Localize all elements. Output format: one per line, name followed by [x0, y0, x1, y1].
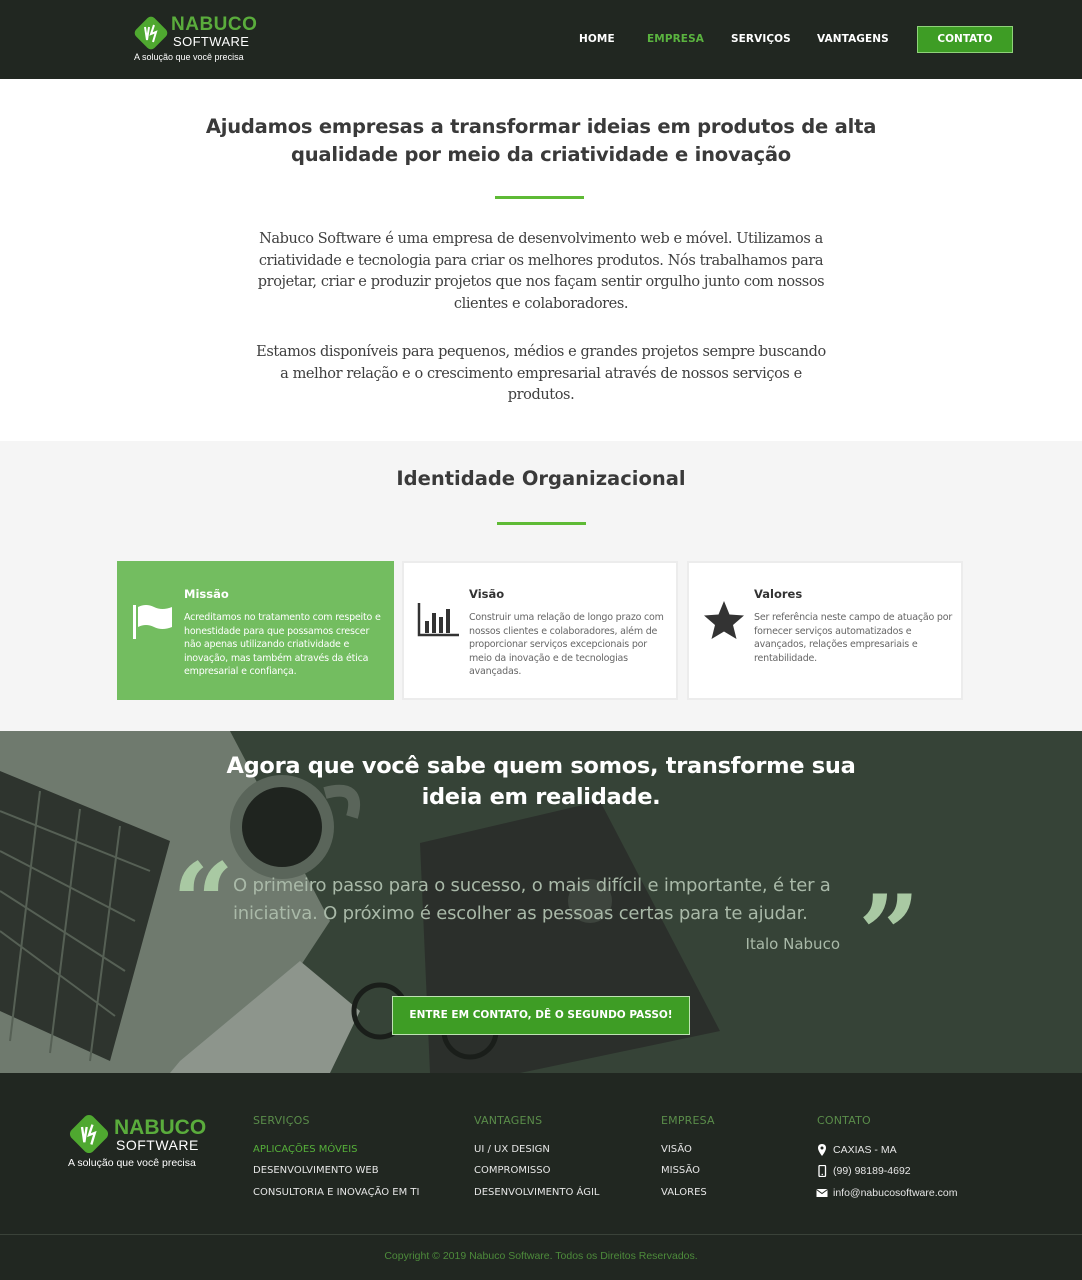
quote-author: Italo Nabuco [745, 935, 840, 953]
footer-link[interactable]: VALORES [661, 1187, 707, 1198]
cta-title: Agora que você sabe quem somos, transfor… [226, 753, 856, 810]
footer-heading-empresa: EMPRESA [661, 1114, 715, 1127]
nav-empresa[interactable]: EMPRESA [647, 33, 704, 45]
card-text: Ser referência neste campo de atuação po… [754, 612, 953, 664]
divider [497, 522, 586, 525]
logo-mark-icon [69, 1114, 109, 1154]
site-footer [0, 1073, 1082, 1280]
intro-paragraph-1: Nabuco Software é uma empresa de desenvo… [257, 231, 825, 312]
card-title: Valores [754, 587, 803, 601]
logo-tagline: A solução que você precisa [134, 52, 244, 62]
logo-tagline: A solução que você precisa [68, 1157, 196, 1169]
card-missao[interactable]: Missão Acreditamos no tratamento com res… [117, 561, 394, 700]
nav-servicos[interactable]: SERVIÇOS [731, 33, 791, 45]
card-title: Visão [469, 587, 505, 601]
phone-icon [818, 1165, 827, 1177]
flag-icon [133, 605, 172, 639]
logo-sub: SOFTWARE [173, 34, 250, 49]
footer-heading-servicos: SERVIÇOS [253, 1114, 310, 1127]
footer-link[interactable]: APLICAÇÕES MÓVEIS [253, 1144, 358, 1155]
quote-text: O primeiro passo para o sucesso, o mais … [233, 875, 831, 924]
card-text: Construir uma relação de longo prazo com… [469, 612, 664, 677]
footer-link[interactable]: DESENVOLVIMENTO ÁGIL [474, 1187, 599, 1198]
envelope-icon [816, 1189, 828, 1197]
logo-name: NABUCO [114, 1116, 207, 1139]
quote-close-icon: ” [858, 872, 921, 998]
star-icon [704, 601, 744, 639]
card-visao[interactable]: Visão Construir uma relação de longo pra… [402, 561, 678, 700]
card-valores[interactable]: Valores Ser referência neste campo de at… [687, 561, 963, 700]
cta-section: Agora que você sabe quem somos, transfor… [0, 731, 1082, 1073]
site-header: NABUCO SOFTWARE A solução que você preci… [0, 0, 1082, 79]
contact-button[interactable]: CONTATO [917, 26, 1013, 53]
card-title: Missão [184, 587, 229, 601]
map-pin-icon [818, 1144, 826, 1156]
footer-link[interactable]: COMPROMISSO [474, 1165, 550, 1176]
footer-link[interactable]: VISÃO [661, 1144, 692, 1155]
footer-link[interactable]: CONSULTORIA E INOVAÇÃO EM TI [253, 1187, 419, 1198]
quote-open-icon: “ [172, 840, 235, 966]
nav-home[interactable]: HOME [579, 33, 615, 45]
footer-link[interactable]: DESENVOLVIMENTO WEB [253, 1165, 379, 1176]
divider [495, 196, 584, 199]
copyright: Copyright © 2019 Nabuco Software. Todos … [384, 1250, 698, 1262]
footer-heading-contato: CONTATO [817, 1114, 871, 1127]
cta-contact-button[interactable]: ENTRE EM CONTATO, DÊ O SEGUNDO PASSO! [392, 996, 690, 1035]
footer-divider [0, 1234, 1082, 1235]
intro-paragraph-2: Estamos disponíveis para pequenos, médio… [256, 344, 826, 403]
footer-logo[interactable]: NABUCO SOFTWARE A solução que você preci… [68, 1113, 218, 1173]
footer-heading-vantagens: VANTAGENS [474, 1114, 543, 1127]
footer-link[interactable]: MISSÃO [661, 1165, 700, 1176]
identity-title: Identidade Organizacional [396, 467, 686, 490]
logo-name: NABUCO [171, 14, 258, 35]
contact-email[interactable]: info@nabucosoftware.com [833, 1187, 957, 1199]
logo-sub: SOFTWARE [116, 1137, 199, 1153]
logo-mark-icon [134, 16, 168, 50]
contact-location: CAXIAS - MA [833, 1144, 897, 1156]
contact-phone[interactable]: (99) 98189-4692 [833, 1165, 911, 1177]
card-text: Acreditamos no tratamento com respeito e… [184, 612, 381, 677]
logo[interactable]: NABUCO SOFTWARE A solução que você preci… [133, 13, 258, 65]
nav-vantagens[interactable]: VANTAGENS [817, 33, 889, 45]
bar-chart-icon [417, 603, 459, 637]
intro-title: Ajudamos empresas a transformar ideias e… [205, 115, 877, 166]
footer-link[interactable]: UI / UX DESIGN [474, 1144, 550, 1155]
